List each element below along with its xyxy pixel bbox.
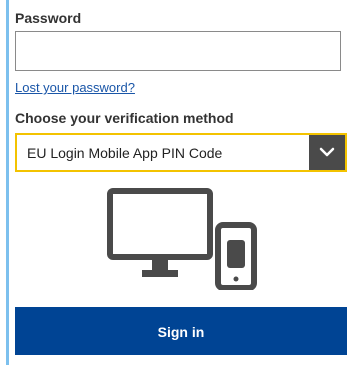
verification-method-value: EU Login Mobile App PIN Code bbox=[27, 145, 223, 161]
password-input[interactable] bbox=[15, 31, 341, 71]
lost-password-link[interactable]: Lost your password? bbox=[15, 80, 135, 95]
login-panel: Password Lost your password? Choose your… bbox=[6, 0, 348, 365]
desktop-and-mobile-icon bbox=[107, 188, 257, 290]
password-label: Password bbox=[15, 10, 82, 26]
verification-method-label: Choose your verification method bbox=[15, 110, 234, 126]
verification-method-select[interactable]: EU Login Mobile App PIN Code bbox=[15, 133, 347, 172]
dropdown-toggle[interactable] bbox=[309, 135, 345, 170]
chevron-down-icon bbox=[319, 147, 335, 157]
sign-in-button[interactable]: Sign in bbox=[15, 307, 347, 355]
